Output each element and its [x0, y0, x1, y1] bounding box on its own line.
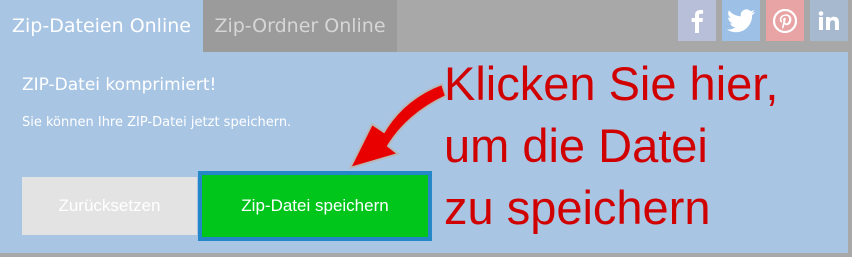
tab-zip-files[interactable]: Zip-Dateien Online [0, 0, 203, 52]
pinterest-icon [773, 8, 797, 33]
status-title: ZIP-Datei komprimiert! [22, 75, 217, 95]
tab-zip-folders[interactable]: Zip-Ordner Online [203, 0, 397, 52]
twitter-share-button[interactable] [722, 0, 760, 41]
facebook-icon [690, 9, 704, 33]
annotation-line-2: um die Datei [444, 119, 708, 172]
pinterest-share-button[interactable] [766, 0, 804, 41]
annotation-text: Klicken Sie hier, um die Datei zu speich… [444, 53, 848, 239]
bottom-divider [0, 253, 852, 257]
annotation-line-1: Klicken Sie hier, [444, 57, 779, 110]
facebook-share-button[interactable] [678, 0, 716, 41]
save-zip-button[interactable]: Zip-Datei speichern [198, 171, 432, 241]
linkedin-icon [818, 10, 840, 31]
tab-bar: Zip-Dateien Online Zip-Ordner Online [0, 0, 852, 52]
linkedin-share-button[interactable] [810, 0, 848, 41]
status-subtitle: Sie können Ihre ZIP-Datei jetzt speicher… [22, 115, 292, 130]
twitter-icon [727, 8, 755, 33]
annotation-line-3: zu speichern [444, 181, 711, 234]
red-arrow-icon [349, 83, 447, 169]
reset-button[interactable]: Zurücksetzen [22, 177, 197, 235]
